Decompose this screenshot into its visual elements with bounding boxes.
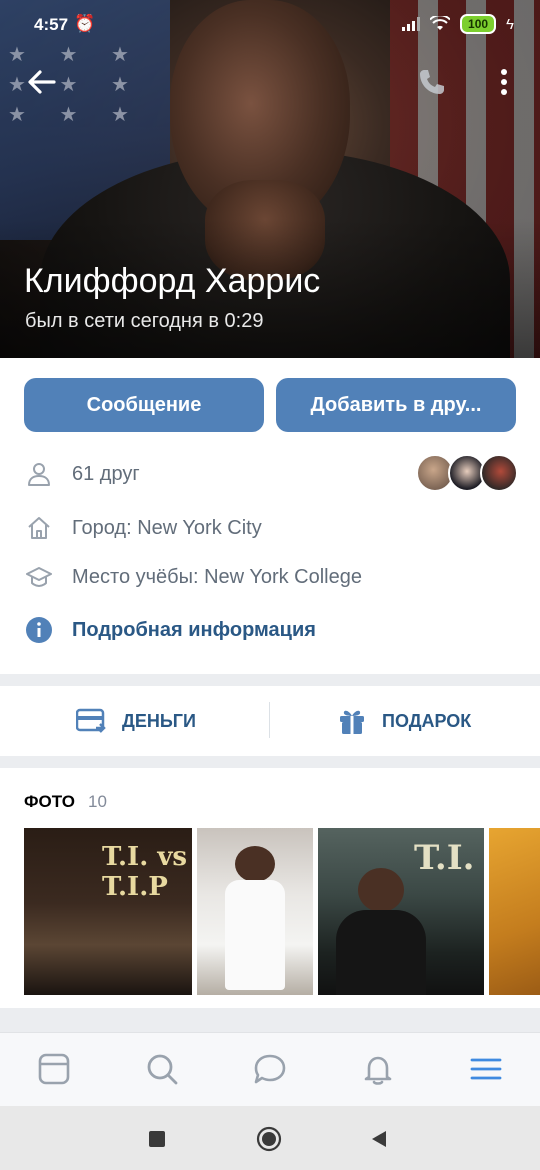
back-arrow-icon[interactable] [24,64,60,100]
photo-thumbnail[interactable] [197,828,313,995]
school-text: Место учёбы: New York College [72,565,362,588]
photo-thumbnail[interactable]: T.I. [318,828,484,995]
avatar [480,454,518,492]
phone-icon[interactable] [416,66,448,98]
friend-avatars[interactable] [416,454,518,494]
details-link[interactable]: Подробная информация [72,619,316,642]
money-button[interactable]: ДЕНЬГИ [76,686,196,756]
photo-thumbnail[interactable]: T.I. vs T.I.P [24,828,192,995]
city-row: Город: New York City [0,508,540,548]
person-icon [28,463,50,486]
battery-indicator: 100 [460,14,497,34]
money-label: ДЕНЬГИ [122,710,196,731]
back-button-icon[interactable] [366,1126,392,1152]
bell-icon[interactable] [360,1051,396,1087]
recent-apps-icon[interactable] [144,1126,170,1152]
wifi-icon [430,16,451,30]
quick-actions-card: ДЕНЬГИ ПОДАРОК [0,686,540,756]
status-bar: 4:57 ⏰ 100 ϟ [0,0,540,50]
school-row: Место учёбы: New York College [0,557,540,597]
details-row[interactable]: Подробная информация [0,610,540,650]
profile-info-card: Сообщение Добавить в дру... 61 друг Горо… [0,358,540,674]
system-navigation-bar [0,1106,540,1170]
profile-cover: ★ ★ ★ ★ ★ ★ ★ ★ ★ [0,0,540,358]
photos-title[interactable]: ФОТО [24,792,75,812]
photo-caption: T.I. [414,838,475,878]
charging-icon: ϟ [506,15,514,33]
gift-button[interactable]: ПОДАРОК [338,686,471,756]
profile-name: Клиффорд Харрис [24,262,321,300]
more-options-icon[interactable] [492,66,516,98]
add-friend-button[interactable]: Добавить в дру... [276,378,516,432]
photos-count: 10 [88,792,107,811]
bottom-navigation [0,1032,540,1106]
money-transfer-icon [76,708,106,733]
city-text: Город: New York City [72,516,262,539]
chat-icon[interactable] [252,1051,288,1087]
education-icon [26,567,52,588]
signal-icon [402,17,421,31]
photo-thumbnail[interactable] [489,828,540,995]
feed-icon[interactable] [36,1051,72,1087]
home-icon [28,517,50,539]
status-time: 4:57 [34,15,69,34]
photo-caption: T.I. vs T.I.P [102,842,188,902]
gift-icon [340,710,364,734]
profile-last-seen: был в сети сегодня в 0:29 [25,310,264,332]
alarm-icon: ⏰ [74,14,96,33]
message-button[interactable]: Сообщение [24,378,264,432]
friends-count: 61 друг [72,462,140,485]
menu-icon[interactable] [468,1051,504,1087]
search-icon[interactable] [144,1051,180,1087]
gift-label: ПОДАРОК [382,710,472,731]
info-icon [26,617,52,643]
photos-card: ФОТО 10 T.I. vs T.I.P T.I. [0,768,540,1008]
home-button-icon[interactable] [256,1126,282,1152]
